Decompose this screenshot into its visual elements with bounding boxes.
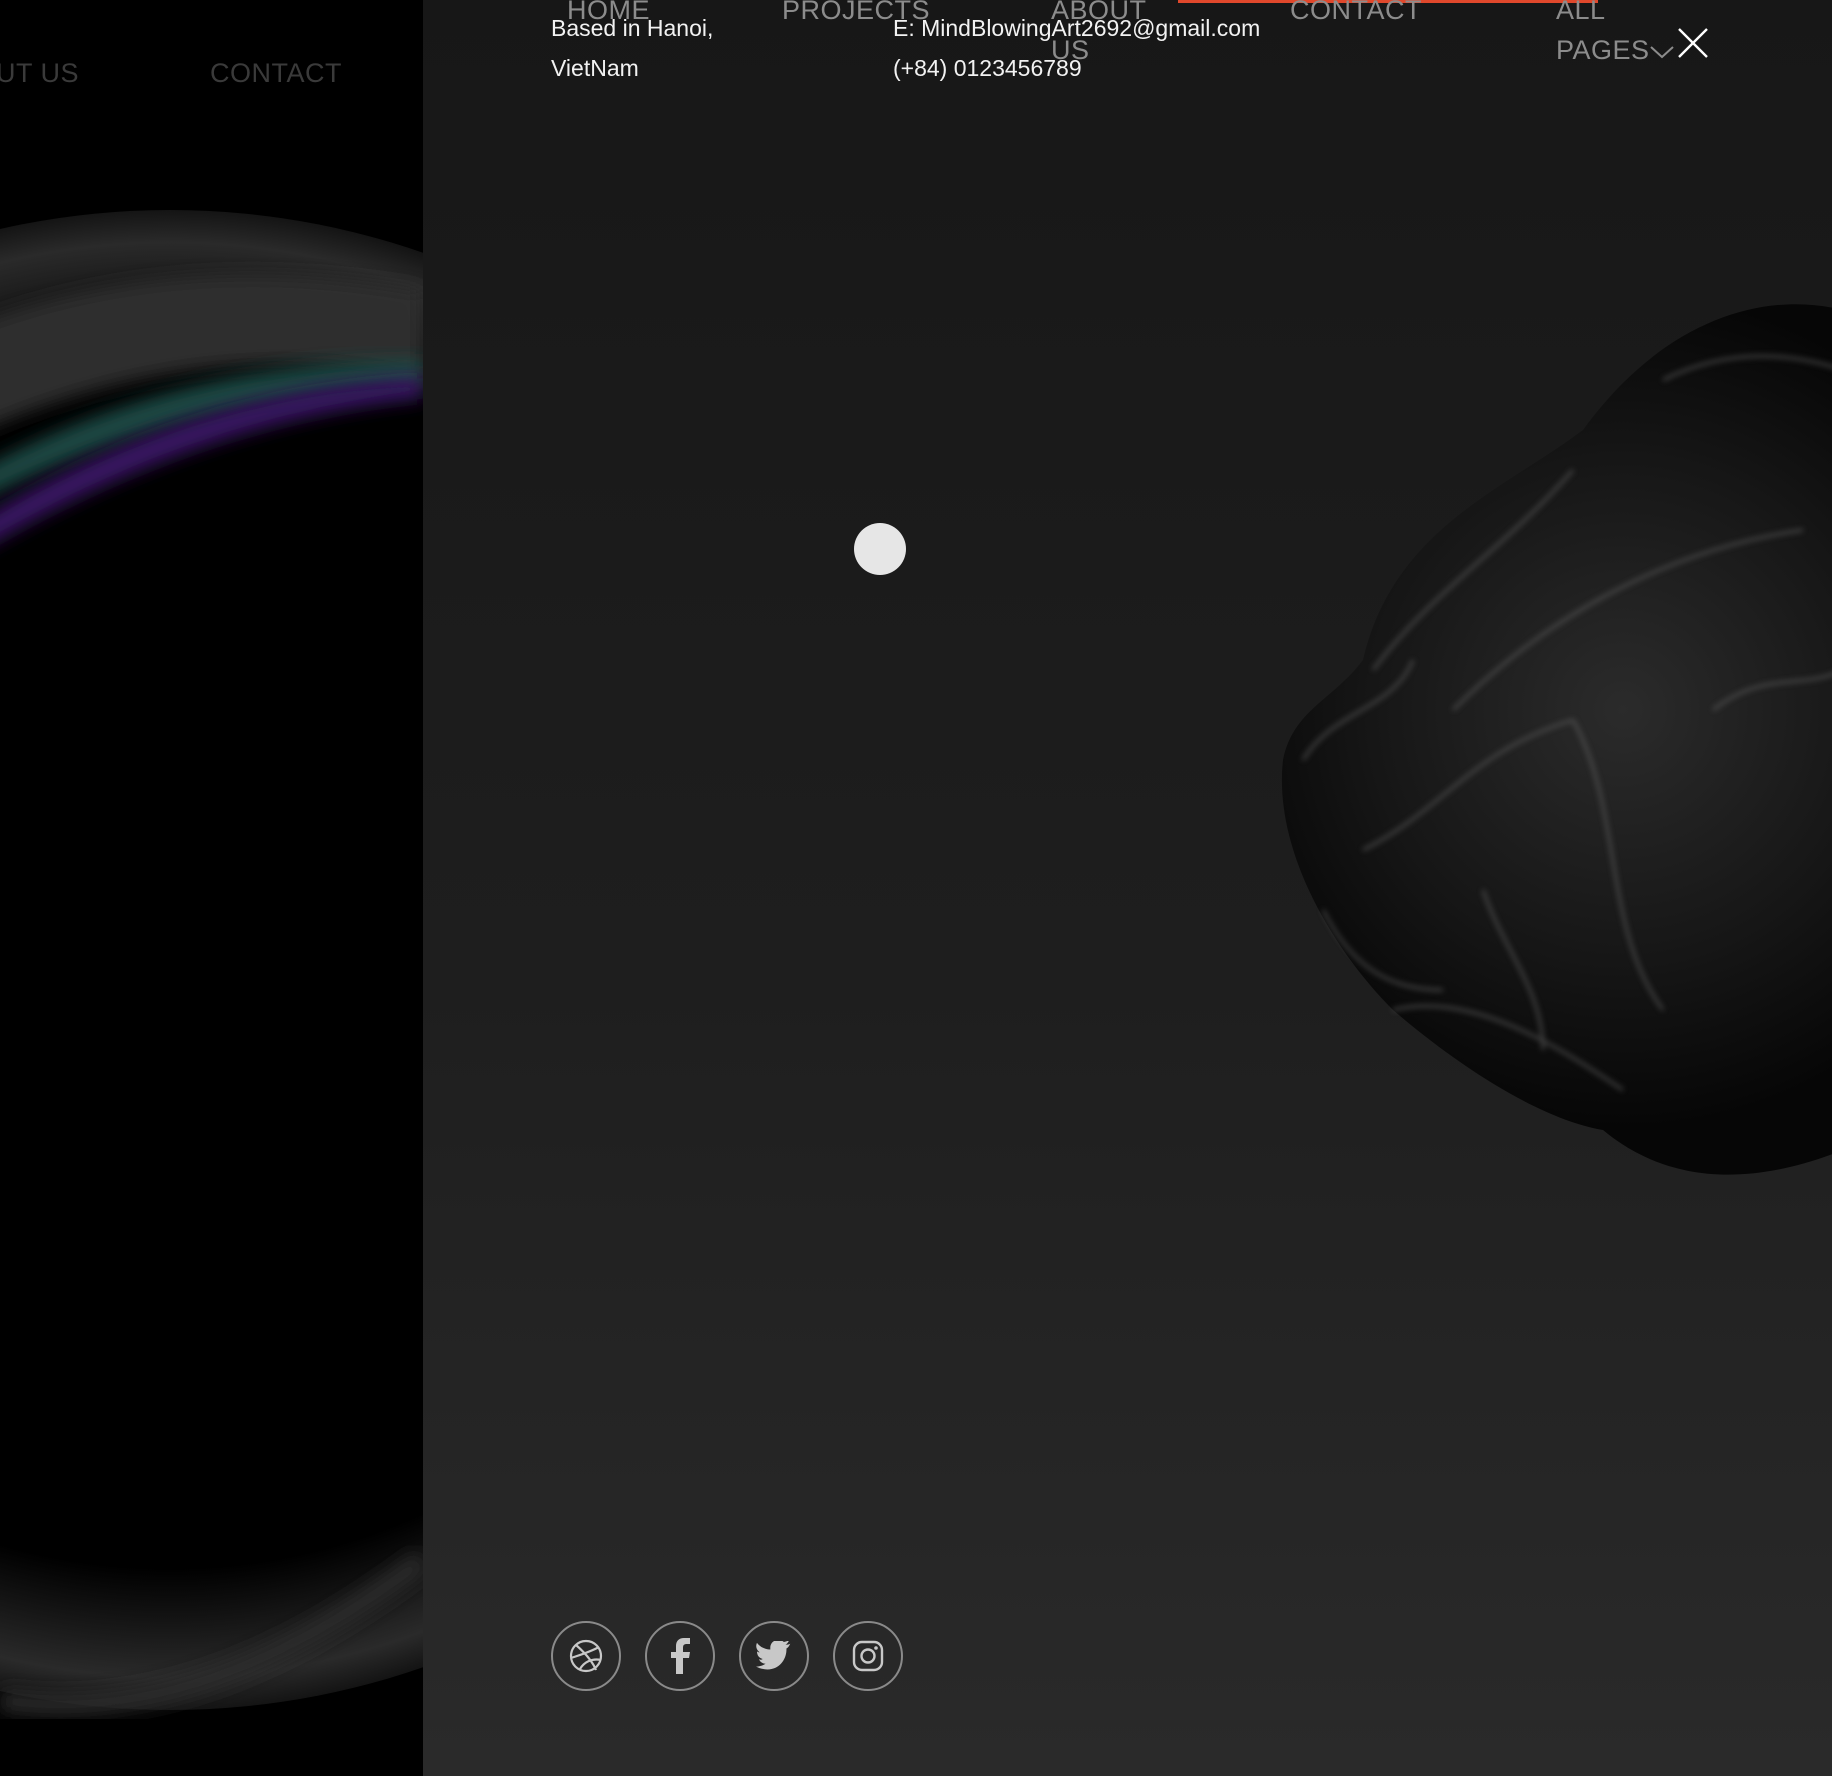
location-line-2: VietNam [551, 55, 639, 81]
contact-phone[interactable]: (+84) 0123456789 [893, 48, 1082, 88]
menu-panel: HOME PROJECTS ABOUT US CONTACT ALL PAGES… [423, 0, 1832, 1776]
twitter-icon [756, 1641, 791, 1670]
nav-contact[interactable]: CONTACT [1290, 0, 1422, 30]
background-page: UT US CONTACT [0, 0, 423, 1776]
background-nav-contact: CONTACT [210, 58, 342, 88]
background-nav-about-us: UT US [0, 58, 80, 88]
contact-email[interactable]: E: MindBlowingArt2692@gmail.com [893, 8, 1260, 48]
social-links [551, 1621, 903, 1691]
cursor-dot [854, 523, 906, 575]
nav-all-pages-line2[interactable]: PAGES [1556, 30, 1650, 70]
close-icon[interactable] [1676, 26, 1710, 60]
chevron-down-icon[interactable] [1649, 44, 1675, 60]
dribbble-button[interactable] [551, 1621, 621, 1691]
instagram-icon [852, 1640, 884, 1672]
twitter-button[interactable] [739, 1621, 809, 1691]
dribbble-icon [569, 1639, 603, 1673]
background-orb-graphic [0, 0, 423, 1776]
instagram-button[interactable] [833, 1621, 903, 1691]
location-line-1: Based in Hanoi, [551, 15, 714, 41]
facebook-icon [671, 1638, 690, 1674]
abstract-3d-blob-graphic [1281, 304, 1832, 1175]
facebook-button[interactable] [645, 1621, 715, 1691]
nav-all-pages[interactable]: ALL [1556, 0, 1606, 30]
